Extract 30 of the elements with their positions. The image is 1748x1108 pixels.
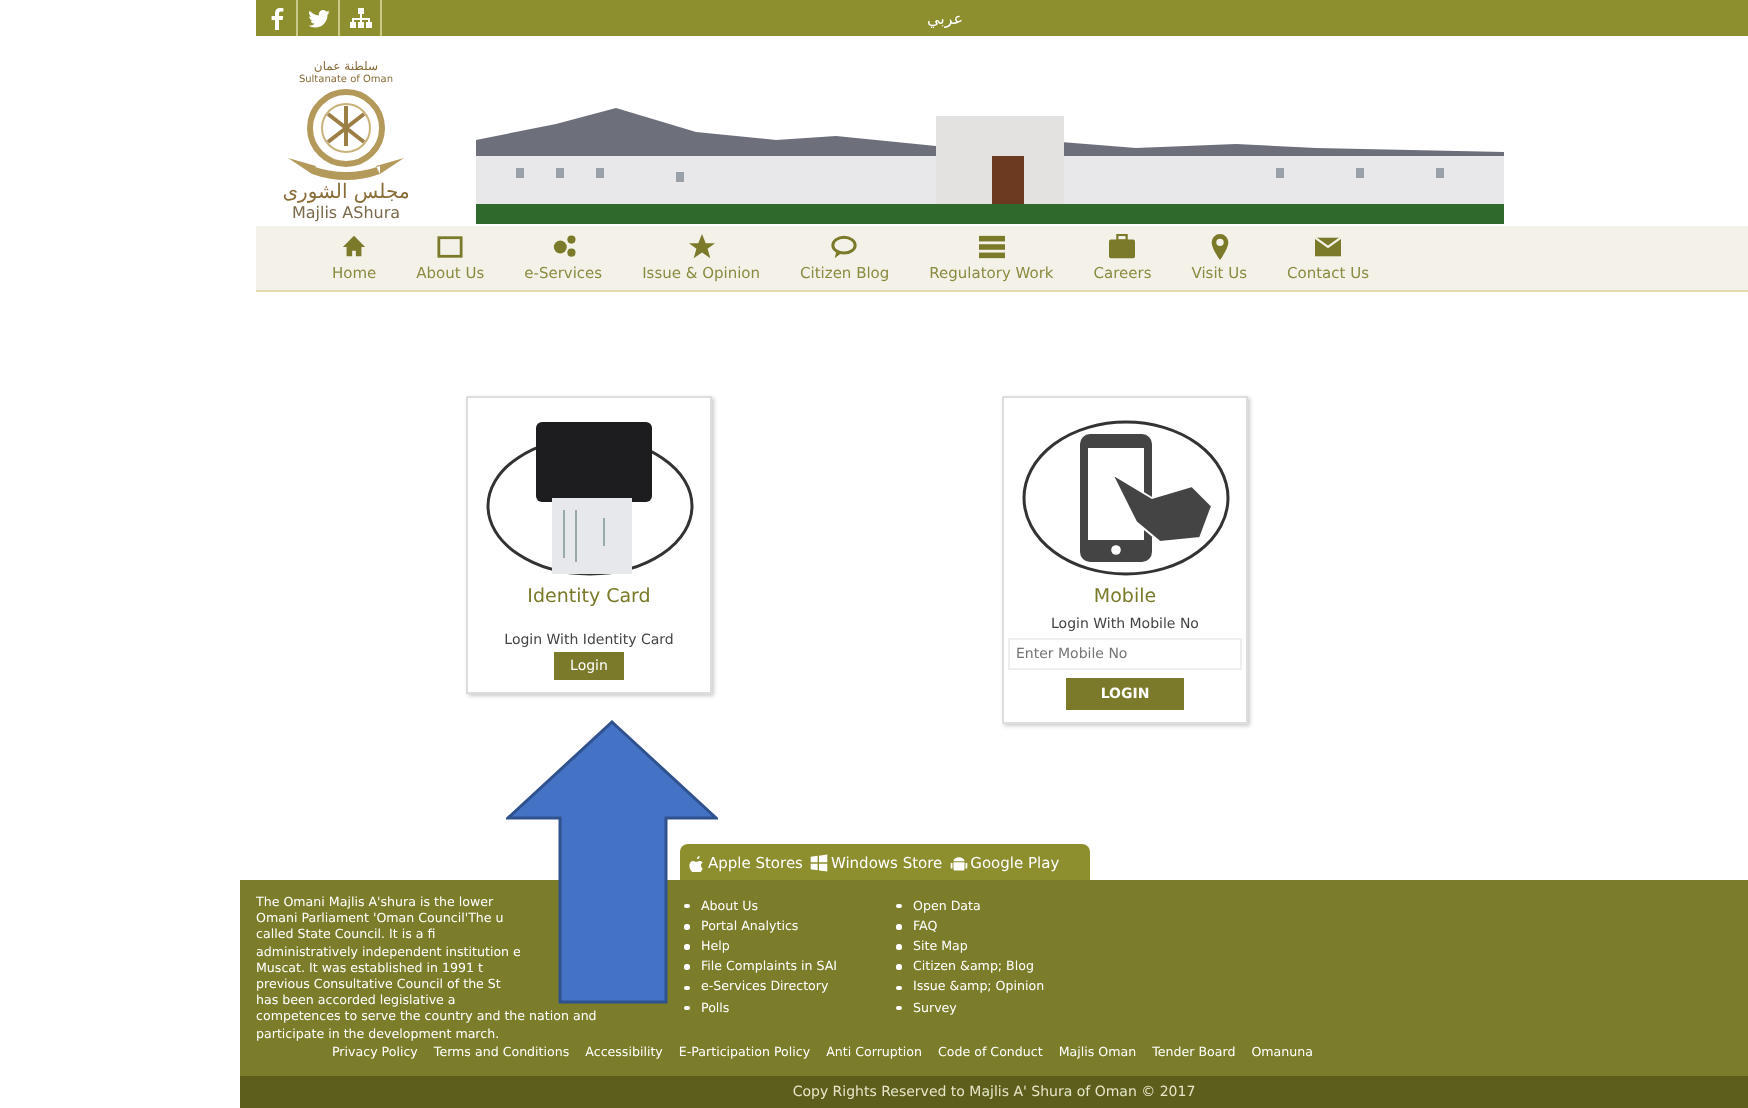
facebook-icon: [269, 7, 283, 29]
bullet-icon: [684, 944, 689, 950]
android-icon: [950, 853, 969, 871]
card-title: Identity Card: [527, 586, 651, 608]
logo-text: مجلس الشورى: [282, 182, 410, 204]
bullet-icon: [896, 944, 901, 950]
home-icon: [340, 234, 369, 260]
bullet-icon: [684, 1005, 689, 1011]
briefcase-icon: [1108, 234, 1137, 260]
phone-touch-icon: [1019, 418, 1231, 578]
emblem-icon: [284, 86, 408, 182]
chat-icon: [830, 234, 859, 260]
envelope-icon: [1314, 234, 1342, 260]
bullet-icon: [684, 985, 689, 991]
bullet-icon: [896, 964, 901, 970]
bullet-icon: [684, 903, 689, 909]
bullet-icon: [684, 924, 689, 930]
bullet-icon: [896, 903, 901, 909]
bullet-icon: [896, 1005, 901, 1011]
apple-icon: [688, 853, 706, 871]
bullet-icon: [684, 964, 689, 970]
star-icon: [687, 234, 716, 260]
bullet-icon: [896, 924, 901, 930]
twitter-icon: [307, 9, 329, 27]
card-title: Mobile: [1093, 586, 1157, 608]
windows-icon: [810, 853, 829, 871]
sitemap-icon: [349, 8, 371, 28]
list-icon: [977, 234, 1006, 260]
logo-text: Majlis AShura: [291, 204, 401, 222]
bullet-icon: [896, 985, 901, 991]
